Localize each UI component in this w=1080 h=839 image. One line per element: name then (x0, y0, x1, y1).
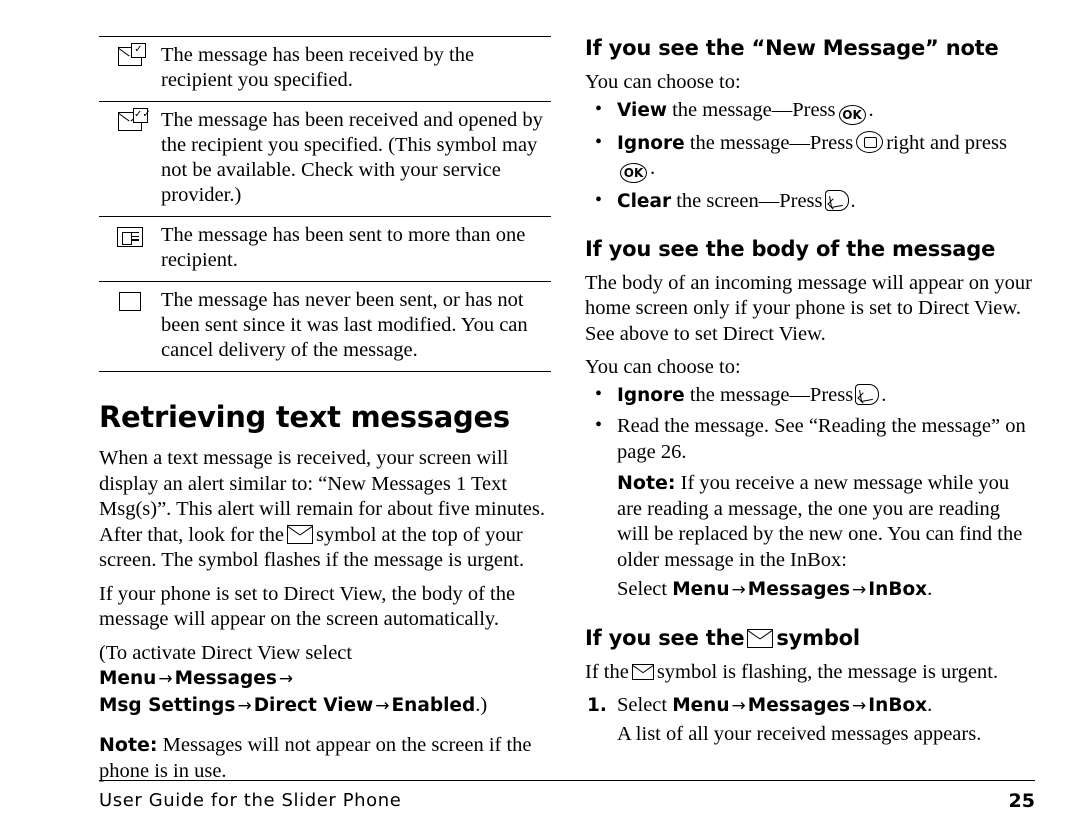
period: . (927, 694, 933, 716)
period: . (927, 578, 933, 600)
list-item-text: the message—Press (689, 131, 854, 154)
table-row: The message has never been sent, or has … (99, 281, 551, 372)
footer-text: User Guide for the Slider Phone (99, 790, 402, 811)
paragraph-you-can-choose-2: You can choose to: (585, 356, 741, 378)
step-result-text: A list of all your received messages app… (617, 722, 982, 745)
menu-label: Menu (99, 668, 157, 689)
list-item: Read the message. See “Reading the messa… (585, 413, 1035, 465)
right-column: If you see the “New Message” note You ca… (585, 36, 1035, 747)
ok-key-icon: OK (838, 104, 866, 125)
table-cell-text: The message has never been sent, or has … (161, 289, 528, 361)
symbol-legend-table: ✓ The message has been received by the r… (99, 36, 551, 372)
heading-symbol: If you see the symbol (585, 626, 1035, 650)
choice-list-2: Ignore the message—Press. Read the messa… (585, 382, 1035, 466)
empty-square-icon (99, 282, 161, 372)
list-item-text-2: right and press (886, 131, 1007, 154)
document-page: ✓ The message has been received by the r… (0, 0, 1080, 839)
paragraph-retrieving-1: When a text message is received, your sc… (99, 446, 551, 574)
messages-label: Messages (747, 695, 851, 716)
navigation-key-icon (856, 130, 884, 153)
paragraph-text: (To activate Direct View select (99, 641, 353, 664)
heading-body-of-message: If you see the body of the message (585, 236, 996, 261)
ignore-label: Ignore (617, 384, 685, 406)
envelope-icon (631, 663, 654, 680)
arrow-icon: → (237, 695, 252, 716)
choice-list-1: View the message—PressOK. Ignore the mes… (585, 97, 1035, 215)
paragraph-you-can-choose: You can choose to: (585, 71, 741, 93)
ignore-label: Ignore (617, 132, 685, 154)
paragraph-flashing-symbol: If the symbol is flashing, the message is… (585, 660, 1035, 686)
heading-text-a: If you see the (585, 625, 745, 650)
note-text: If you receive a new message while you a… (617, 472, 1023, 571)
list-item-text: the screen—Press (676, 190, 823, 212)
arrow-icon: → (278, 669, 294, 689)
list-item: Clear the screen—Press. (585, 188, 1035, 215)
list-item-text: the message—Press (672, 98, 836, 121)
paragraph-direct-view: If your phone is set to Direct View, the… (99, 582, 516, 631)
paren-close: .) (475, 693, 488, 716)
period: . (650, 157, 656, 179)
clear-label: Clear (617, 191, 672, 212)
note-block-left: Note: Messages will not appear on the sc… (99, 733, 551, 784)
left-column: ✓ The message has been received by the r… (99, 36, 551, 792)
period: . (850, 190, 856, 212)
inbox-path-line: Select Menu → Messages → InBox. (585, 577, 1035, 604)
steps-list: 1. Select Menu → Messages → InBox. (585, 693, 1035, 720)
list-item: Ignore the message—Press. (585, 382, 1035, 409)
back-key-icon (824, 190, 849, 211)
messages-label: Messages (174, 668, 277, 689)
envelope-checked-icon: ✓ (99, 37, 161, 102)
section-title: Retrieving text messages (99, 400, 510, 434)
arrow-icon: → (731, 696, 746, 716)
table-row: ✓ The message has been received by the r… (99, 36, 551, 102)
paragraph-activate-direct-view: (To activate Direct View select Menu → Mes… (99, 641, 551, 720)
note-text: Messages will not appear on the screen i… (99, 734, 532, 782)
ok-key-icon: OK (620, 163, 647, 183)
arrow-icon: → (375, 695, 390, 716)
paragraph-body-direct-view: The body of an incoming message will app… (585, 271, 1032, 345)
page-footer: User Guide for the Slider Phone 25 (99, 780, 1035, 812)
arrow-icon: → (731, 580, 746, 600)
enabled-label: Enabled (391, 694, 476, 716)
paragraph-text-a: If the (585, 660, 629, 683)
period: . (881, 383, 887, 406)
arrow-icon: → (852, 696, 867, 716)
menu-label: Menu (672, 579, 730, 600)
inbox-label: InBox (868, 579, 928, 600)
direct-view-label: Direct View (253, 694, 374, 716)
paragraph-text-b: symbol is flashing, the message is urgen… (656, 660, 999, 683)
list-item-text: the message—Press (689, 383, 854, 406)
list-item: Ignore the message—Press right and press O… (585, 130, 1035, 183)
period: . (868, 98, 874, 121)
arrow-icon: → (158, 669, 173, 689)
list-item: View the message—PressOK. (585, 97, 1035, 125)
arrow-icon: → (852, 580, 867, 600)
envelope-icon (287, 524, 314, 544)
messages-label: Messages (747, 579, 851, 600)
multiple-recipients-icon (99, 217, 161, 282)
heading-text-b: symbol (776, 625, 860, 650)
table-cell-text: The message has been sent to more than o… (161, 224, 526, 271)
list-item: 1. Select Menu → Messages → InBox. (585, 693, 1035, 720)
step-text: Select (617, 694, 668, 716)
table-cell-text: The message has been received by the rec… (161, 44, 475, 91)
envelope-icon (747, 628, 774, 648)
table-row: The message has been sent to more than o… (99, 216, 551, 282)
back-key-icon (855, 383, 880, 405)
note-label: Note: (617, 472, 676, 494)
table-row: ✓✓ The message has been received and ope… (99, 101, 551, 217)
note-label: Note: (99, 734, 158, 756)
view-label: View (617, 99, 667, 121)
heading-new-message-note: If you see the “New Message” note (585, 36, 999, 60)
select-label: Select (617, 578, 668, 600)
note-block-right: Note: If you receive a new message while… (585, 471, 1035, 573)
menu-label: Menu (672, 695, 730, 716)
step-number: 1. (587, 695, 607, 716)
envelope-double-checked-icon: ✓✓ (99, 102, 161, 217)
page-number: 25 (1008, 790, 1035, 812)
list-item-text: Read the message. See “Reading the messa… (617, 415, 1026, 463)
inbox-label: InBox (868, 695, 928, 716)
table-cell-text: The message has been received and opened… (161, 109, 543, 206)
msg-settings-label: Msg Settings (99, 694, 236, 716)
